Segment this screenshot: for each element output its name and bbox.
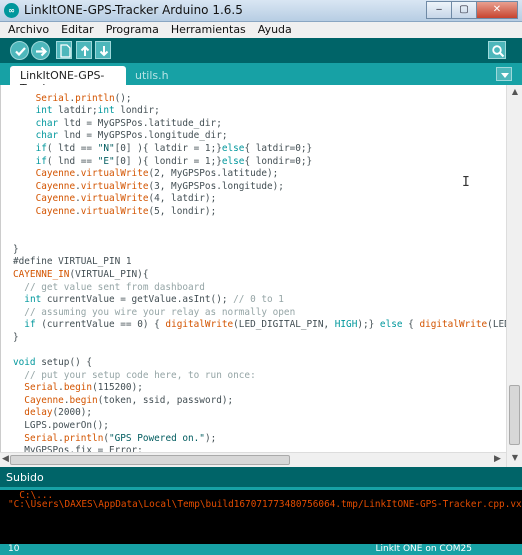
code-line: Cayenne.begin(token, ssid, password); xyxy=(24,394,234,406)
magnifier-icon xyxy=(492,45,505,58)
upload-button[interactable] xyxy=(31,41,50,60)
code-area[interactable]: Serial.println(); int latdir;int londir;… xyxy=(13,85,506,452)
code-line: #define VIRTUAL_PIN 1 xyxy=(13,256,132,268)
board-port-label: LinkIt ONE on COM25 xyxy=(375,544,473,554)
menu-ayuda[interactable]: Ayuda xyxy=(250,22,296,38)
code-line: // assuming you wire your relay as norma… xyxy=(24,306,296,318)
code-line: Serial.begin(115200); xyxy=(24,382,143,394)
code-line: // put your setup code here, to run once… xyxy=(24,369,256,381)
code-line: Cayenne.virtualWrite(3, MyGPSPos.longitu… xyxy=(35,180,284,192)
minimize-button[interactable]: ‒ xyxy=(426,1,452,19)
code-line: MyGPSPos.fix = Error; xyxy=(13,445,143,452)
menu-archivo[interactable]: Archivo xyxy=(0,22,53,38)
code-line: CAYENNE_IN(VIRTUAL_PIN){ xyxy=(13,268,149,280)
arrow-up-icon xyxy=(80,45,90,56)
code-line: int latdir;int londir; xyxy=(35,105,160,117)
scroll-right-icon[interactable]: ▶ xyxy=(494,454,501,464)
code-line: if (currentValue == 0) { digitalWrite(LE… xyxy=(24,319,506,331)
code-line: delay(2000); xyxy=(24,407,93,419)
line-number: 10 xyxy=(8,544,20,554)
status-message: Subido xyxy=(0,467,522,487)
code-line: Cayenne.virtualWrite(4, latdir); xyxy=(35,193,217,205)
vertical-scrollbar[interactable]: ▲ ▼ xyxy=(506,85,522,467)
horizontal-scroll-thumb[interactable] xyxy=(10,455,290,465)
code-line: Cayenne.virtualWrite(2, MyGPSPos.latitud… xyxy=(35,168,279,180)
arduino-logo-icon: ∞ xyxy=(4,3,19,18)
window-controls: ‒ ▢ ✕ xyxy=(426,1,518,19)
code-line: Serial.println("GPS Powered on."); xyxy=(24,432,217,444)
code-line: void setup() { xyxy=(13,357,93,369)
code-line: // get value sent from dashboard xyxy=(24,281,205,293)
menu-editar[interactable]: Editar xyxy=(53,22,98,38)
code-line: LGPS.powerOn(); xyxy=(13,420,109,432)
serial-monitor-button[interactable] xyxy=(488,41,506,59)
vertical-scroll-thumb[interactable] xyxy=(509,385,520,445)
new-file-icon xyxy=(60,44,71,58)
code-line: if( ltd == "N"[0] ){ latdir = 1;}else{ l… xyxy=(35,142,313,154)
console-line: "C:\Users\DAXES\AppData\Local\Temp\build… xyxy=(8,499,522,510)
close-button[interactable]: ✕ xyxy=(476,1,518,19)
verify-button[interactable] xyxy=(10,41,29,60)
ibeam-cursor-icon: I xyxy=(462,175,470,190)
new-sketch-button[interactable] xyxy=(56,41,72,59)
tab-utils-h[interactable]: utils.h xyxy=(127,66,171,85)
tab-strip: LinkItONE-GPS-Tracker utils.h xyxy=(0,63,522,95)
menubar: Archivo Editar Programa Herramientas Ayu… xyxy=(0,22,522,38)
footer-bar: 10 LinkIt ONE on COM25 xyxy=(0,544,522,555)
menu-herramientas[interactable]: Herramientas xyxy=(163,22,250,38)
code-line: int currentValue = getValue.asInt(); // … xyxy=(24,294,284,306)
code-line: Serial.println(); xyxy=(35,92,132,104)
code-line: } xyxy=(13,243,19,255)
scroll-left-icon[interactable]: ◀ xyxy=(2,454,9,464)
tab-menu-button[interactable] xyxy=(496,67,512,81)
menu-programa[interactable]: Programa xyxy=(98,22,163,38)
maximize-button[interactable]: ▢ xyxy=(451,1,477,19)
console-output[interactable]: C:\... "C:\Users\DAXES\AppData\Local\Tem… xyxy=(0,487,522,544)
window-title: LinkItONE-GPS-Tracker Arduino 1.6.5 xyxy=(24,3,243,17)
code-editor[interactable]: Serial.println(); int latdir;int londir;… xyxy=(0,85,506,452)
arrow-right-icon xyxy=(36,46,48,57)
code-line: char lnd = MyGPSPos.longitude_dir; xyxy=(35,130,228,142)
horizontal-scrollbar[interactable]: ◀ ▶ xyxy=(0,452,506,467)
arrow-down-icon xyxy=(99,46,109,57)
scroll-down-icon[interactable]: ▼ xyxy=(510,453,520,463)
scroll-up-icon[interactable]: ▲ xyxy=(510,87,520,97)
code-line: char ltd = MyGPSPos.latitude_dir; xyxy=(35,117,222,129)
open-sketch-button[interactable] xyxy=(76,41,92,59)
code-line: if( lnd == "E"[0] ){ londir = 1;}else{ l… xyxy=(35,155,313,167)
toolbar xyxy=(0,38,522,63)
code-line: } xyxy=(13,331,19,343)
triangle-down-icon xyxy=(501,73,509,78)
code-line: Cayenne.virtualWrite(5, londir); xyxy=(35,205,217,217)
tab-linkitone-gps-tracker[interactable]: LinkItONE-GPS-Tracker xyxy=(10,66,126,95)
checkmark-icon xyxy=(15,47,26,57)
window-titlebar[interactable]: ∞ LinkItONE-GPS-Tracker Arduino 1.6.5 ‒ … xyxy=(0,0,522,22)
save-sketch-button[interactable] xyxy=(95,41,111,59)
